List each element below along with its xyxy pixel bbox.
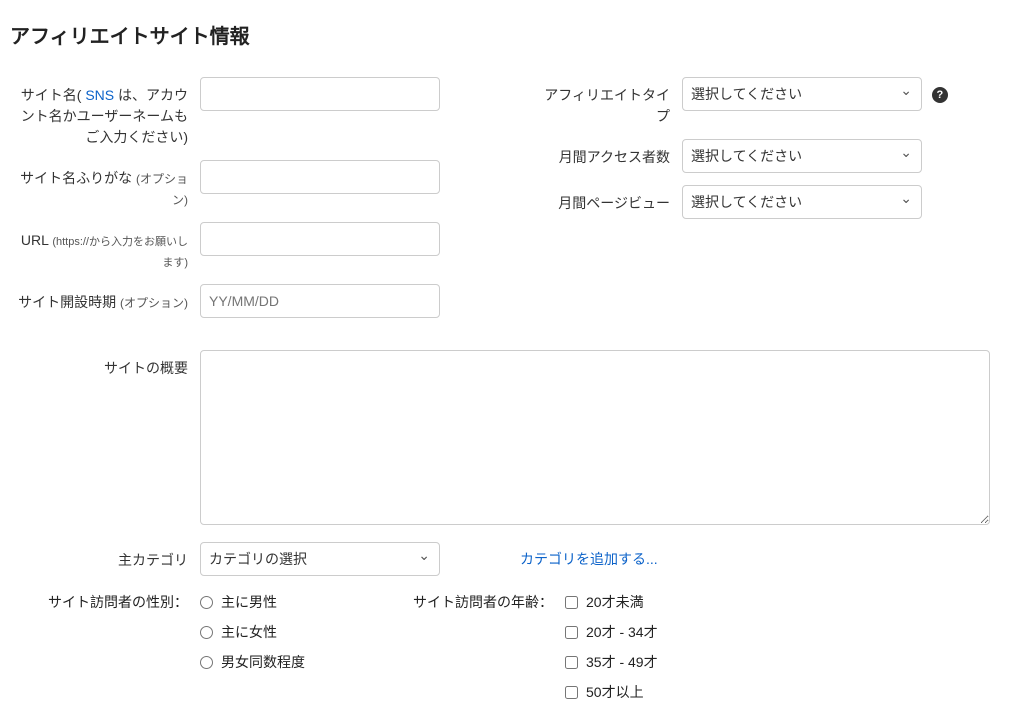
- overview-textarea[interactable]: [200, 350, 990, 525]
- gender-radio[interactable]: [200, 656, 213, 669]
- age-option-label: 20才 - 34才: [586, 622, 658, 642]
- site-opened-label: サイト開設時期 (オプション): [10, 284, 200, 313]
- monthly-access-select[interactable]: 選択してください: [682, 139, 922, 173]
- age-checkbox[interactable]: [565, 656, 578, 669]
- age-checkbox[interactable]: [565, 686, 578, 699]
- add-category-link[interactable]: カテゴリを追加する...: [520, 549, 658, 569]
- gender-label: サイト訪問者の性別：: [10, 590, 200, 702]
- site-name-furigana-label: サイト名ふりがな (オプション): [10, 160, 200, 210]
- site-name-input[interactable]: [200, 77, 440, 111]
- gender-option-male[interactable]: 主に男性: [200, 592, 305, 612]
- age-option-label: 50才以上: [586, 682, 644, 702]
- site-opened-input[interactable]: [200, 284, 440, 318]
- age-option-35-49[interactable]: 35才 - 49才: [565, 652, 658, 672]
- monthly-access-label: 月間アクセス者数: [532, 139, 682, 168]
- category-select[interactable]: カテゴリの選択: [200, 542, 440, 576]
- gender-option-label: 主に女性: [221, 622, 277, 642]
- site-name-furigana-input[interactable]: [200, 160, 440, 194]
- gender-option-label: 主に男性: [221, 592, 277, 612]
- url-label: URL (https://から入力をお願いします): [10, 222, 200, 272]
- url-input[interactable]: [200, 222, 440, 256]
- gender-radio[interactable]: [200, 596, 213, 609]
- age-option-under20[interactable]: 20才未満: [565, 592, 658, 612]
- sns-link[interactable]: SNS: [85, 87, 114, 103]
- age-option-50plus[interactable]: 50才以上: [565, 682, 658, 702]
- monthly-pv-select[interactable]: 選択してください: [682, 185, 922, 219]
- affiliate-type-select[interactable]: 選択してください: [682, 77, 922, 111]
- age-option-label: 35才 - 49才: [586, 652, 658, 672]
- age-option-20-34[interactable]: 20才 - 34才: [565, 622, 658, 642]
- page-title: アフィリエイトサイト情報: [10, 20, 1014, 49]
- monthly-pv-label: 月間ページビュー: [532, 185, 682, 214]
- gender-radio[interactable]: [200, 626, 213, 639]
- gender-option-equal[interactable]: 男女同数程度: [200, 652, 305, 672]
- age-checkbox[interactable]: [565, 626, 578, 639]
- age-checkbox[interactable]: [565, 596, 578, 609]
- affiliate-type-label: アフィリエイトタイプ: [532, 77, 682, 127]
- help-icon[interactable]: ?: [932, 87, 948, 103]
- site-name-label: サイト名( SNS は、アカウント名かユーザーネームもご入力ください): [10, 77, 200, 148]
- gender-option-female[interactable]: 主に女性: [200, 622, 305, 642]
- gender-option-label: 男女同数程度: [221, 652, 305, 672]
- overview-label: サイトの概要: [10, 350, 200, 379]
- category-label: 主カテゴリ: [10, 542, 200, 571]
- age-option-label: 20才未満: [586, 592, 644, 612]
- age-label: サイト訪問者の年齢：: [405, 590, 565, 702]
